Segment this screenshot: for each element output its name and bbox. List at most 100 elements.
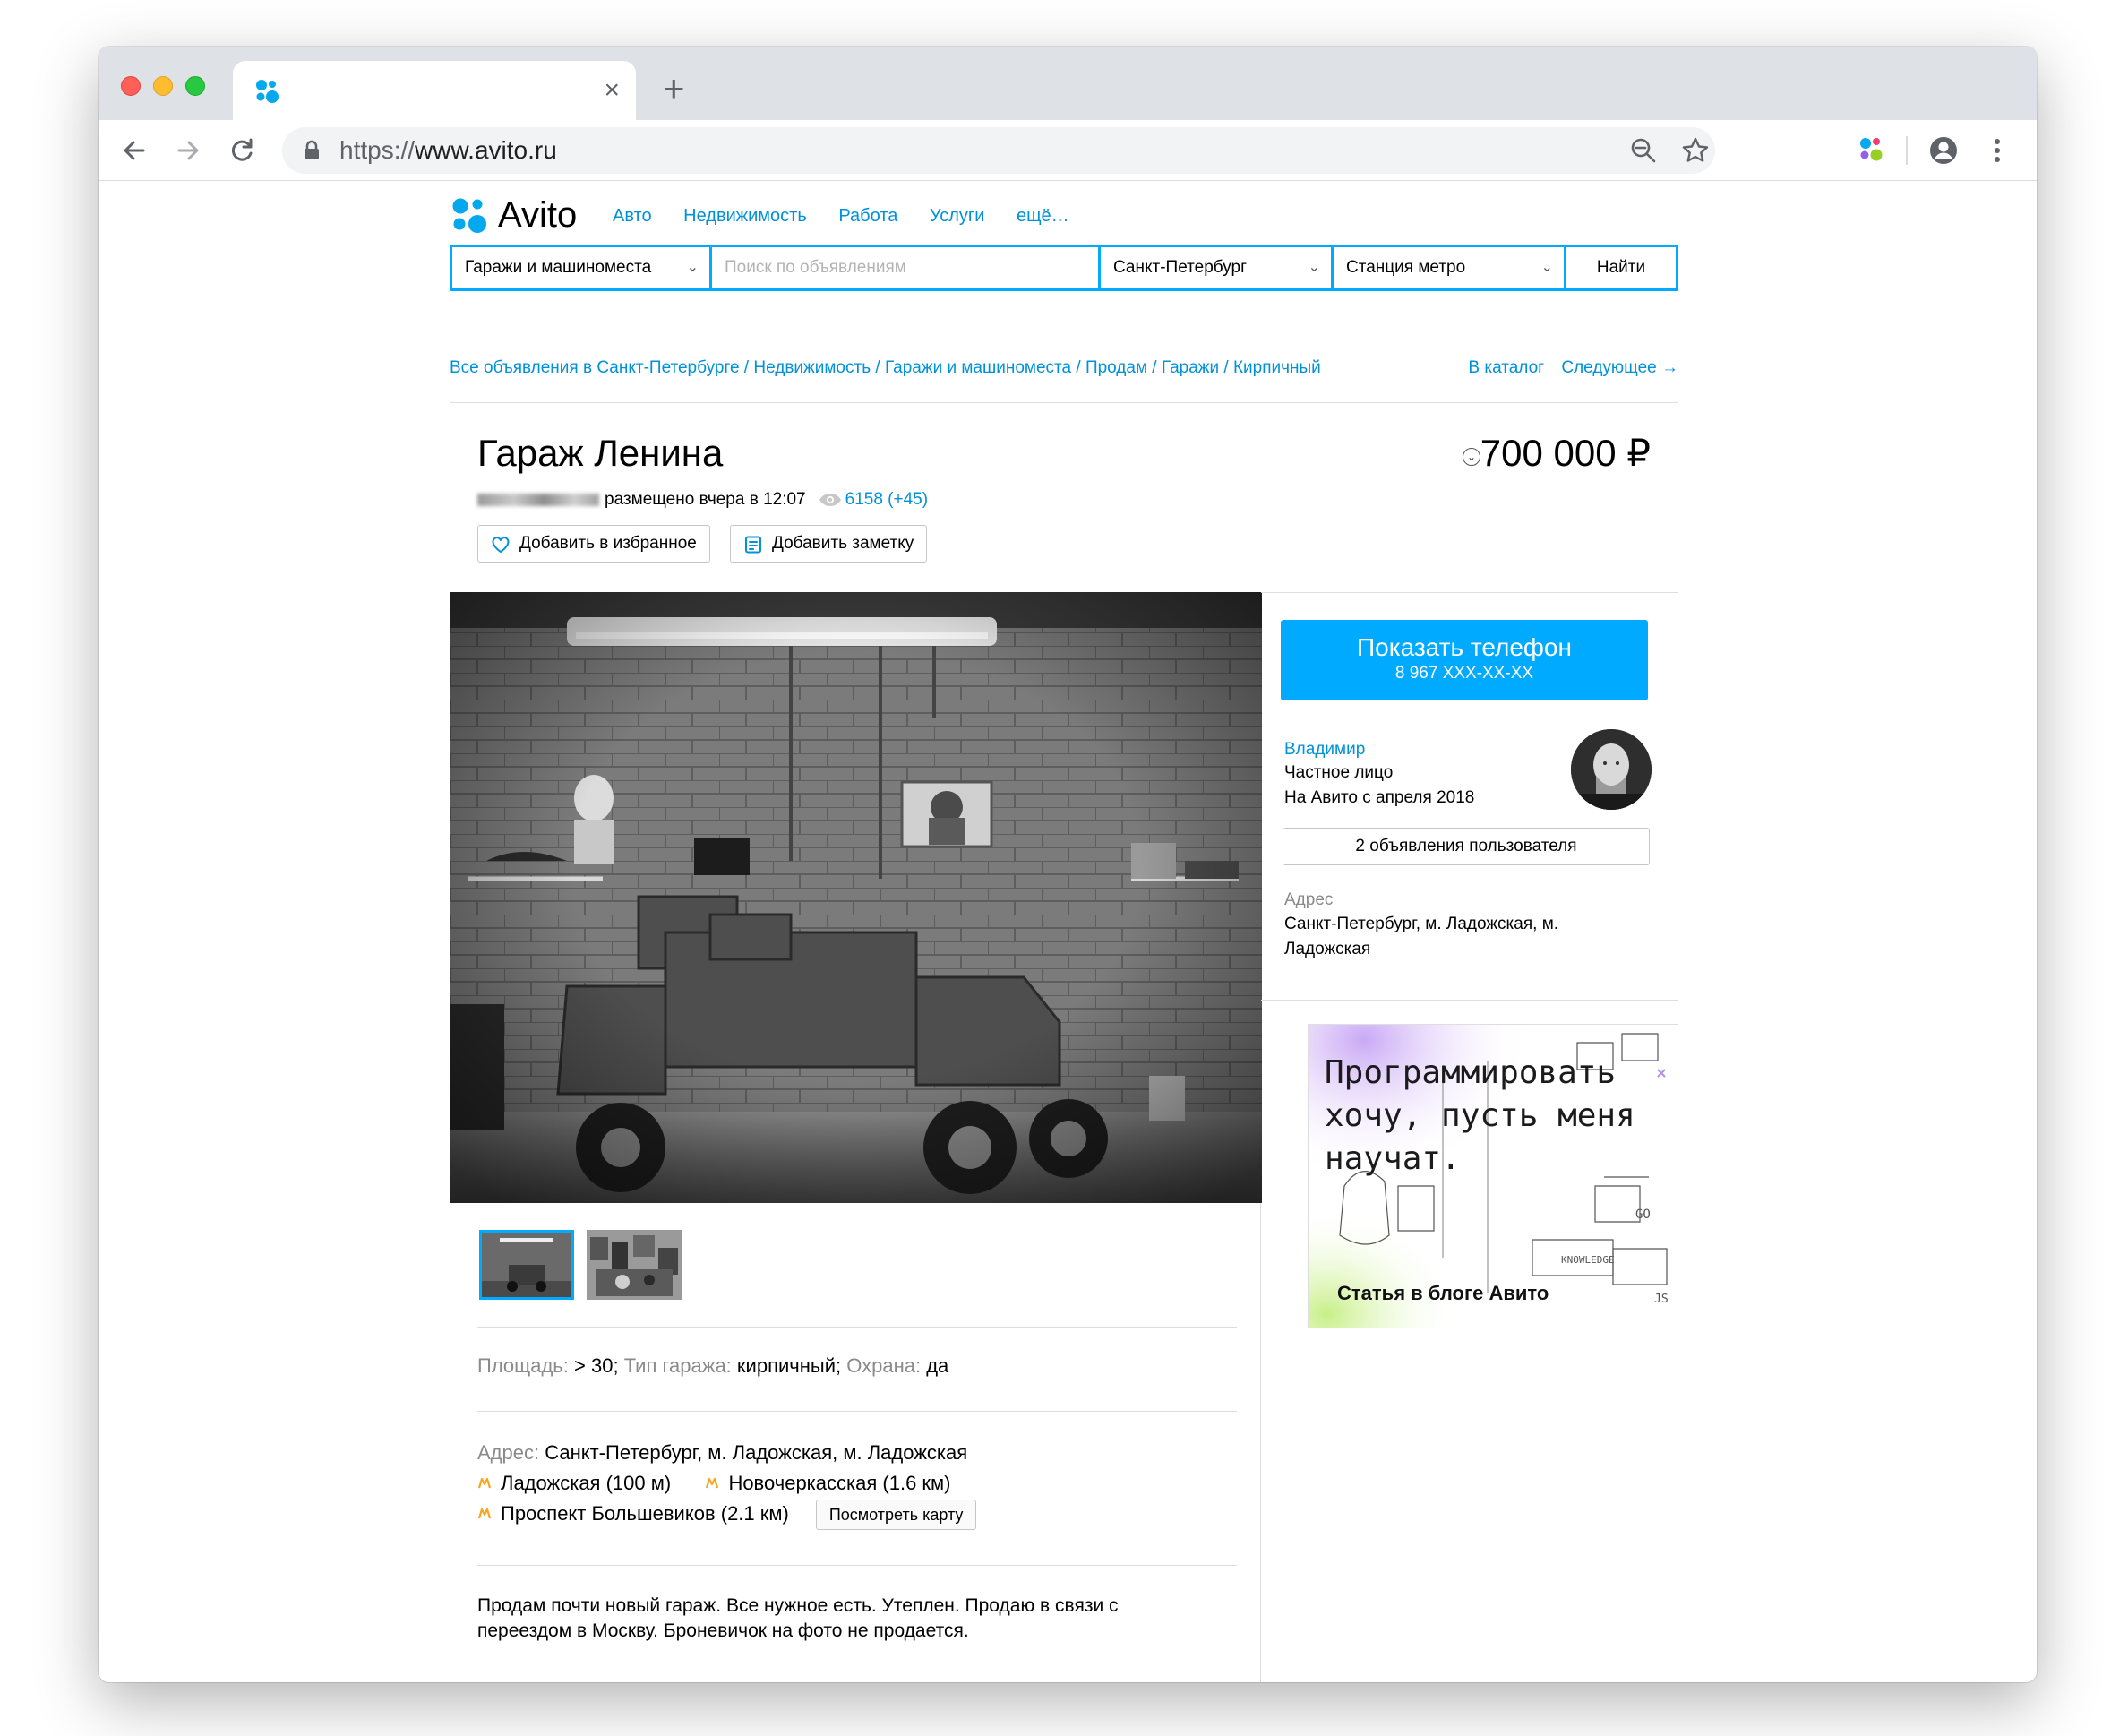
avito-logo[interactable]: Avito [450,194,593,236]
metro-station: Новочеркасская (1.6 км) [728,1472,951,1494]
breadcrumb-separator: / [871,358,885,377]
nav-realty[interactable]: Недвижимость [683,206,807,226]
seller-avatar-image [1571,729,1652,810]
new-tab-button[interactable]: + [663,66,685,111]
minimize-window-button[interactable] [153,76,173,96]
add-to-favorites-button[interactable]: Добавить в избранное [477,525,710,563]
param-label: Охрана: [846,1354,922,1377]
url-host: www.avito.ru [415,136,557,164]
top-navigation: Авто Недвижимость Работа Услуги ещё… [613,205,1096,227]
city-select[interactable]: Санкт-Петербург ⌄ [1101,247,1331,288]
thumbnail-image [482,1233,571,1297]
metro-select[interactable]: Станция метро ⌄ [1334,247,1564,288]
category-value: Гаражи и машиноместа [465,258,652,277]
nav-jobs[interactable]: Работа [838,206,897,226]
seller-type: Частное лицо [1284,763,1394,782]
posted-time: размещено вчера в 12:07 [605,490,806,509]
show-map-button[interactable]: Посмотреть карту [815,1500,977,1530]
extension-icon[interactable] [1852,131,1892,170]
breadcrumb-item[interactable]: Гаражи [1162,358,1219,377]
nav-more[interactable]: ещё… [1017,206,1069,226]
back-icon[interactable] [115,131,154,170]
breadcrumb-item[interactable]: Продам [1085,358,1147,377]
search-input[interactable]: Поиск по объявлениям [712,247,1098,288]
browser-tab[interactable]: × [233,61,636,120]
chevron-down-icon: ⌄ [1308,260,1320,275]
breadcrumb-separator: / [1147,358,1162,377]
lock-icon [305,140,319,159]
metro-station: Проспект Большевиков (2.1 км) [501,1502,789,1525]
divider [477,1565,1237,1566]
search-bar: Гаражи и машиноместа ⌄ Поиск по объявлен… [450,245,1678,291]
breadcrumb-separator: / [739,358,754,377]
zoom-icon[interactable] [1627,134,1660,167]
masked-phone: 8 967 XXX-XX-XX [1394,664,1534,683]
category-select[interactable]: Гаражи и машиноместа ⌄ [452,247,709,288]
breadcrumb-separator: / [1219,358,1233,377]
browser-toolbar: https://www.avito.ru [99,120,2037,181]
add-note-button[interactable]: Добавить заметку [730,525,928,563]
listing-params: Площадь: > 30; Тип гаража: кирпичный; Ох… [477,1354,948,1379]
metro-icon [477,1477,492,1489]
seller-ads-button[interactable]: 2 объявления пользователя [1283,828,1650,865]
price-dropdown-icon[interactable]: ⌄ [1463,448,1480,466]
address-value: Санкт-Петербург, м. Ладожская, м. Ладожс… [545,1441,968,1464]
seller-since: На Авито с апреля 2018 [1284,788,1475,807]
eye-icon [819,493,841,506]
maximize-window-button[interactable] [185,76,205,96]
address-section: Адрес: Санкт-Петербург, м. Ладожская, м.… [477,1438,977,1530]
breadcrumb-item[interactable]: Гаражи и машиноместа [885,358,1071,377]
param-label: Тип гаража: [623,1354,732,1377]
heart-icon [492,537,510,553]
views-count: 6158 (+45) [845,490,929,509]
main-photo[interactable] [450,592,1262,1203]
seller-name-link[interactable]: Владимир [1284,738,1365,761]
tab-close-icon[interactable]: × [604,73,620,107]
photo-thumbnail[interactable] [479,1230,574,1300]
avito-favicon-icon [256,80,279,103]
forward-icon[interactable] [168,131,208,170]
breadcrumb-item[interactable]: Недвижимость [753,358,871,377]
blog-banner[interactable]: GO KNOWLEDGE JS Программировать хочу, пу… [1308,1024,1678,1328]
catalog-link[interactable]: В каталог [1468,358,1544,377]
breadcrumb-item[interactable]: Кирпичный [1233,358,1321,377]
listing-price: 700 000 ₽ [1480,432,1651,474]
param-value: > 30; [574,1354,619,1377]
nav-services[interactable]: Услуги [930,206,985,226]
more-menu-icon[interactable] [1978,131,2017,170]
profile-icon[interactable] [1924,131,1963,170]
catalog-links: В каталог Следующее → [1455,357,1678,379]
url-text: https://www.avito.ru [339,136,557,165]
tab-strip: × + [99,47,2037,120]
show-phone-button[interactable]: Показать телефон 8 967 XXX-XX-XX [1281,620,1648,700]
listing-header: Гараж Ленина ⌄ 700 000 ₽ размещено вчера… [450,402,1678,592]
breadcrumb-item[interactable]: Все объявления в Санкт-Петербурге [450,358,740,377]
browser-window: × + https://www.avito.ru Avito Авто Недв… [99,47,2037,1682]
nav-auto[interactable]: Авто [613,206,652,226]
avatar[interactable] [1571,729,1652,810]
seller-address-label: Адрес [1284,890,1334,909]
page-content: Avito Авто Недвижимость Работа Услуги ещ… [99,182,2037,1682]
url-protocol: https:// [339,136,416,164]
bookmark-star-icon[interactable] [1679,134,1712,167]
reload-icon[interactable] [222,131,262,170]
address-label: Адрес: [477,1441,540,1464]
thumbnail-image [587,1230,682,1300]
listing-meta: размещено вчера в 12:07 6158 (+45) [477,489,928,511]
seller-address: Санкт-Петербург, м. Ладожская, м. Ладожс… [1284,915,1559,958]
param-label: Площадь: [477,1354,569,1377]
chevron-down-icon: ⌄ [686,260,699,275]
divider [477,1411,1237,1412]
close-window-button[interactable] [121,76,141,96]
hidden-listing-number [477,493,599,506]
city-value: Санкт-Петербург [1113,258,1248,277]
next-link[interactable]: Следующее → [1561,358,1678,377]
banner-box-knowledge: KNOWLEDGE [1561,1254,1615,1266]
search-submit-button[interactable]: Найти [1566,247,1676,288]
photo-thumbnail[interactable] [587,1230,682,1300]
seller-panel: Показать телефон 8 967 XXX-XX-XX Владими… [1261,592,1678,1001]
address-bar[interactable]: https://www.avito.ru [282,127,1715,174]
garage-photo-image [450,592,1262,1203]
show-phone-label: Показать телефон [1357,633,1572,661]
logo-text: Avito [498,195,578,235]
